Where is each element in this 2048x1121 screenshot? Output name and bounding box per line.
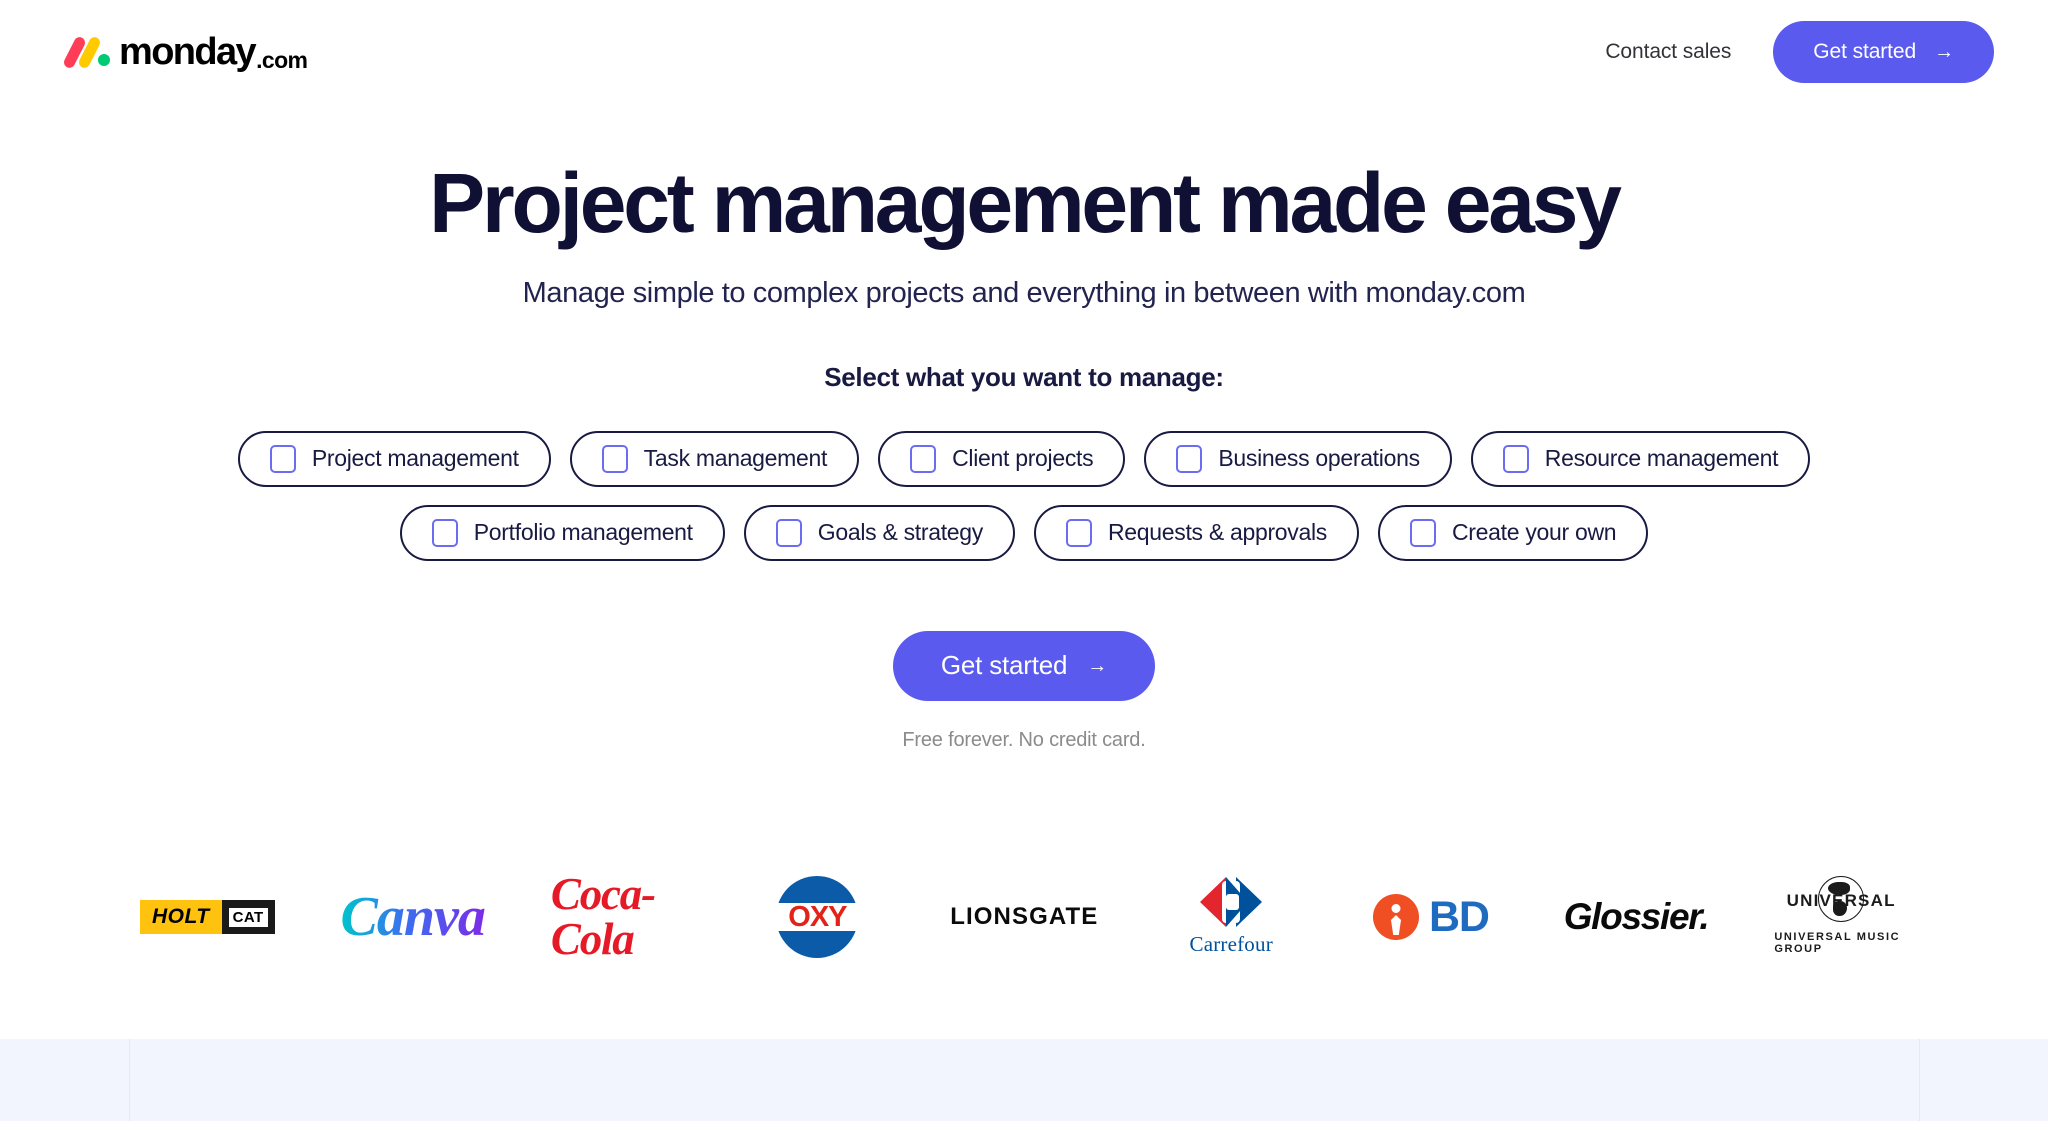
page-subtitle: Manage simple to complex projects and ev… [522, 276, 1526, 309]
client-logo-holt-cat: HOLT CAT [140, 872, 275, 962]
chip-label: Goals & strategy [817, 519, 984, 546]
hero-section: Project management made easy Manage simp… [0, 104, 2048, 752]
chip-goals-strategy[interactable]: Goals & strategy [743, 504, 1015, 561]
use-case-chip-group: Project management Task management Clien… [0, 393, 2048, 561]
cat-block: CAT [221, 900, 275, 934]
carrefour-notch [1226, 894, 1240, 910]
arrow-right-icon: → [1087, 654, 1108, 677]
checkbox-icon[interactable] [1176, 444, 1203, 473]
band-divider-right [1919, 1039, 1920, 1121]
use-case-chip-row-1: Project management Task management Clien… [0, 430, 2048, 487]
cta-note: Free forever. No credit card. [902, 728, 1146, 751]
main-get-started-label: Get started [940, 650, 1068, 681]
checkbox-icon[interactable] [775, 518, 802, 547]
checkbox-icon[interactable] [1065, 518, 1092, 547]
coca-cola-wordmark: Coca-Cola [550, 869, 656, 964]
client-logo-coca-cola: Coca-Cola [551, 872, 685, 962]
logo-dot-green [98, 54, 110, 66]
carrefour-icon: Carrefour [1189, 877, 1273, 957]
cat-wordmark: CAT [228, 907, 268, 927]
header-get-started-label: Get started [1813, 40, 1917, 63]
chip-create-your-own[interactable]: Create your own [1378, 504, 1649, 561]
chip-project-management[interactable]: Project management [237, 430, 551, 487]
canva-wordmark: Canva [340, 886, 486, 948]
logo-tld: .com [256, 47, 308, 73]
selection-prompt: Select what you want to manage: [824, 361, 1224, 392]
holt-cat-icon: HOLT CAT [140, 900, 275, 934]
chip-task-management[interactable]: Task management [569, 430, 860, 487]
chip-client-projects[interactable]: Client projects [878, 430, 1126, 487]
band-divider-left [129, 1039, 130, 1121]
chip-label: Client projects [952, 445, 1094, 472]
monday-logo[interactable]: monday .com [62, 30, 308, 74]
client-logo-carrefour: Carrefour [1164, 872, 1298, 962]
client-logo-canva: Canva [340, 872, 486, 962]
bd-starburst-icon [1373, 894, 1419, 940]
holt-wordmark: HOLT [140, 900, 222, 934]
main-get-started-button[interactable]: Get started → [892, 630, 1156, 701]
carrefour-mark [1200, 877, 1263, 927]
checkbox-icon[interactable] [1502, 444, 1529, 473]
bd-wordmark: BD [1429, 892, 1490, 941]
chip-label: Business operations [1218, 445, 1420, 472]
header-actions: Contact sales Get started → [1605, 21, 1994, 83]
client-logo-universal-music-group: UNIVERSAL UNIVERSAL MUSIC GROUP [1774, 872, 1908, 962]
chip-label: Task management [643, 445, 828, 472]
checkbox-icon[interactable] [1410, 518, 1436, 547]
universal-wordmark: UNIVERSAL [1786, 891, 1896, 910]
monday-logo-icon [62, 35, 112, 70]
chip-business-operations[interactable]: Business operations [1144, 430, 1452, 487]
cta-section: Get started → Free forever. No credit ca… [0, 579, 2048, 752]
chip-label: Requests & approvals [1107, 519, 1327, 546]
umg-icon: UNIVERSAL UNIVERSAL MUSIC GROUP [1774, 876, 1908, 955]
bottom-section-band [0, 1039, 2048, 1121]
chip-label: Create your own [1452, 519, 1617, 546]
client-logo-bd: BD [1364, 872, 1498, 962]
header-get-started-button[interactable]: Get started → [1773, 21, 1994, 83]
chip-requests-approvals[interactable]: Requests & approvals [1033, 504, 1359, 561]
chip-resource-management[interactable]: Resource management [1470, 430, 1811, 487]
carrefour-wordmark: Carrefour [1189, 932, 1273, 956]
checkbox-icon[interactable] [269, 444, 296, 473]
client-logo-strip: HOLT CAT Canva Coca-Cola OXY LIONSGATE C… [0, 862, 2048, 972]
chip-label: Project management [311, 445, 519, 472]
umg-subtitle: UNIVERSAL MUSIC GROUP [1774, 931, 1901, 955]
umg-top: UNIVERSAL [1776, 876, 1906, 923]
checkbox-icon[interactable] [601, 444, 628, 473]
contact-sales-link[interactable]: Contact sales [1605, 40, 1731, 64]
client-logo-glossier: Glossier. [1563, 872, 1710, 962]
bd-icon: BD [1373, 892, 1490, 941]
checkbox-icon[interactable] [910, 444, 937, 473]
glossier-wordmark: Glossier. [1563, 896, 1710, 937]
logo-wordmark: monday [119, 31, 257, 73]
lionsgate-wordmark: LIONSGATE [950, 903, 1099, 930]
chip-label: Resource management [1544, 445, 1779, 472]
oxy-wordmark: OXY [788, 900, 847, 933]
chip-label: Portfolio management [473, 519, 693, 546]
use-case-chip-row-2: Portfolio management Goals & strategy Re… [0, 504, 2048, 561]
arrow-right-icon: → [1934, 41, 1954, 63]
page-title: Project management made easy [429, 156, 1622, 250]
chip-portfolio-management[interactable]: Portfolio management [399, 504, 725, 561]
oxy-icon: OXY [773, 876, 862, 958]
client-logo-oxy: OXY [751, 872, 885, 962]
checkbox-icon[interactable] [431, 518, 458, 547]
site-header: monday .com Contact sales Get started → [0, 0, 2048, 104]
client-logo-lionsgate: LIONSGATE [950, 872, 1098, 962]
